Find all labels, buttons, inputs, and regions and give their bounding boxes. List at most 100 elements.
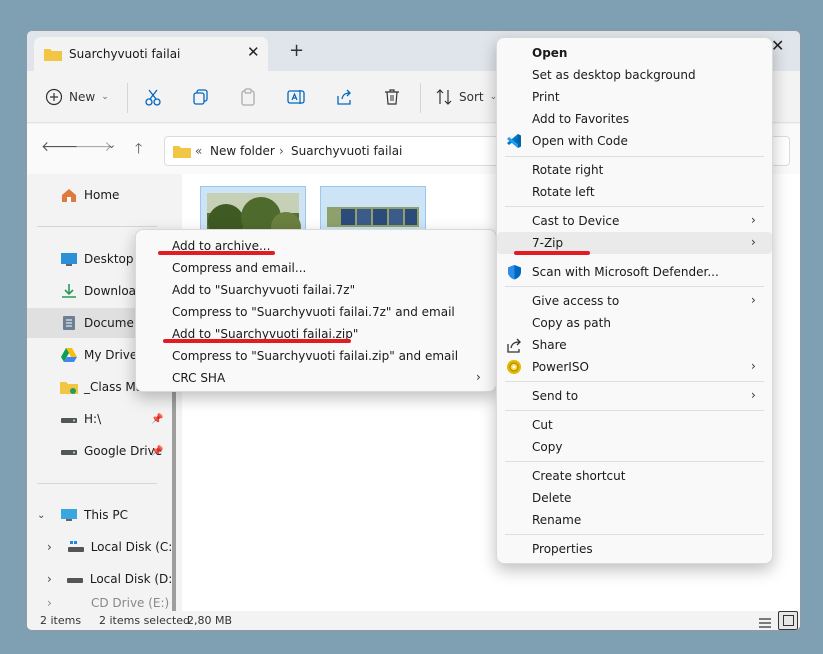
google-drive-icon [60,347,78,363]
menu-item-label: Properties [532,542,593,556]
menu-item-give-access[interactable]: Give access to › [497,290,772,312]
sidebar-item-label: CD Drive (E:) [91,596,170,610]
menu-item-cast-to-device[interactable]: Cast to Device › [497,210,772,232]
sidebar-item-this-pc[interactable]: ⌄ This PC [27,500,177,530]
menu-item-open-with-code[interactable]: Open with Code [497,130,772,152]
menu-item-set-desktop-background[interactable]: Set as desktop background [497,64,772,86]
share-button[interactable] [335,87,353,107]
back-button[interactable]: 🡐 [41,138,79,155]
chevron-right-icon: › [751,293,756,307]
pin-icon: 📌 [151,445,164,457]
sidebar-item-label: Documen [84,316,142,330]
menu-separator [505,156,764,157]
rename-button[interactable] [287,87,305,107]
menu-item-rename[interactable]: Rename [497,509,772,531]
delete-button[interactable] [383,87,401,107]
new-tab-button[interactable]: + [289,40,304,61]
documents-icon [60,315,78,331]
menu-item-share[interactable]: Share [497,334,772,356]
menu-item-add-to-7z[interactable]: Add to "Suarchyvuoti failai.7z" [136,279,496,301]
chevron-down-icon: ⌄ [107,138,117,151]
trash-icon [383,88,401,106]
menu-item-label: Add to "Suarchyvuoti failai.7z" [172,283,356,297]
breadcrumb-new-folder[interactable]: New folder [210,144,275,158]
menu-item-copy-as-path[interactable]: Copy as path [497,312,772,334]
menu-item-rotate-left[interactable]: Rotate left [497,181,772,203]
folder-icon [60,379,78,395]
menu-item-compress-zip-email[interactable]: Compress to "Suarchyvuoti failai.zip" an… [136,345,496,367]
scissors-icon [144,88,162,106]
sidebar-item-home[interactable]: Home [27,180,177,210]
menu-item-compress-and-email[interactable]: Compress and email... [136,257,496,279]
breadcrumb-current-folder[interactable]: Suarchyvuoti failai [291,144,402,158]
drive-icon [60,411,78,427]
menu-item-poweriso[interactable]: PowerISO › [497,356,772,378]
breadcrumb-overflow[interactable]: « [195,144,202,158]
menu-item-label: Copy [532,440,563,454]
arrow-up-icon: 🡑 [135,141,143,157]
menu-item-print[interactable]: Print [497,86,772,108]
chevron-right-icon: › [47,572,52,586]
menu-item-properties[interactable]: Properties [497,538,772,560]
up-button[interactable]: 🡑 [135,138,142,162]
menu-item-label: Give access to [532,294,620,308]
menu-separator [505,461,764,462]
menu-item-scan-defender[interactable]: Scan with Microsoft Defender... [497,261,772,283]
sidebar-item-label: Desktop [84,252,134,266]
recent-locations-button[interactable]: ⌄ [107,138,116,151]
sidebar-item-label: H:\ [84,412,102,426]
copy-button[interactable] [192,87,210,107]
menu-item-send-to[interactable]: Send to › [497,385,772,407]
menu-item-copy[interactable]: Copy [497,436,772,458]
sidebar-item-label: Home [84,188,120,202]
large-icons-view-button[interactable] [778,611,798,630]
clipboard-icon [239,88,257,106]
annotation-underline [158,251,275,255]
arrow-left-icon: 🡐 [41,139,79,155]
menu-item-label: Rotate left [532,185,595,199]
share-icon [335,88,353,106]
menu-item-label: Compress to "Suarchyvuoti failai.7z" and… [172,305,455,319]
menu-item-label: Rename [532,513,582,527]
menu-item-label: Cut [532,418,553,432]
sort-button[interactable]: Sort ⌄ [435,87,497,107]
vscode-icon [506,133,522,152]
menu-item-cut[interactable]: Cut [497,414,772,436]
menu-item-delete[interactable]: Delete [497,487,772,509]
menu-item-open[interactable]: Open [497,42,772,64]
paste-button[interactable] [239,87,257,107]
drive-icon [67,539,85,555]
menu-item-create-shortcut[interactable]: Create shortcut [497,465,772,487]
pin-icon: 📌 [151,413,164,425]
folder-icon [44,47,62,64]
cut-button[interactable] [144,87,162,107]
tab-close-button[interactable]: ✕ [247,43,260,61]
menu-item-compress-7z-email[interactable]: Compress to "Suarchyvuoti failai.7z" and… [136,301,496,323]
sidebar-divider [37,226,157,227]
menu-item-label: 7-Zip [532,236,564,250]
chevron-down-icon: ⌄ [37,509,46,521]
new-button[interactable]: New ⌄ [45,87,109,107]
chevron-right-icon: › [47,540,52,554]
menu-item-label: Copy as path [532,316,611,330]
tab-title: Suarchyvuoti failai [69,47,181,61]
chevron-right-icon: › [751,359,756,373]
drive-icon [66,571,84,587]
annotation-underline [163,339,351,343]
sidebar-item-local-disk-d[interactable]: › Local Disk (D:) [27,564,177,594]
menu-item-add-to-favorites[interactable]: Add to Favorites [497,108,772,130]
sidebar-item-h-drive[interactable]: H:\ 📌 [27,404,177,434]
menu-item-label: Compress to "Suarchyvuoti failai.zip" an… [172,349,459,363]
selection-count: 2 items selected [99,614,191,627]
sidebar-item-local-disk-c[interactable]: › Local Disk (C:) [27,532,177,562]
menu-item-crc-sha[interactable]: CRC SHA › [136,367,496,389]
tab-suarchyvuoti-failai[interactable]: Suarchyvuoti failai ✕ [34,37,268,71]
menu-item-label: Open [532,46,568,60]
sidebar-item-cd-drive[interactable]: › CD Drive (E:) [27,596,177,611]
chevron-right-icon: › [751,388,756,402]
menu-item-label: Cast to Device [532,214,620,228]
window-close-button[interactable]: ✕ [771,36,784,55]
menu-item-rotate-right[interactable]: Rotate right [497,159,772,181]
sidebar-item-google-drive[interactable]: Google Drive 📌 [27,436,177,466]
menu-separator [505,534,764,535]
